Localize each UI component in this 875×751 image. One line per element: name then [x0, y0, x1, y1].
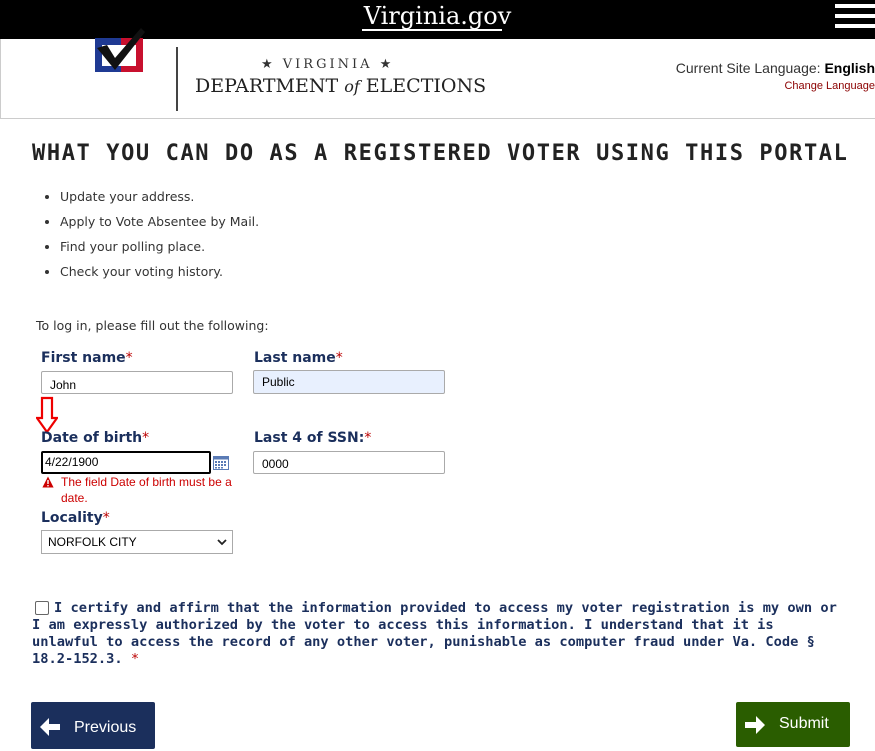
- required-marker: *: [142, 430, 150, 446]
- locality-label-text: Locality: [41, 510, 103, 526]
- list-item: Apply to Vote Absentee by Mail.: [60, 211, 259, 236]
- required-marker: *: [335, 350, 343, 366]
- department-line2: ELECTIONS: [365, 75, 487, 97]
- submit-button[interactable]: Submit: [736, 702, 850, 747]
- ssn-label: Last 4 of SSN:*: [254, 430, 371, 446]
- language-value: English: [824, 60, 875, 76]
- first-name-label-text: First name: [41, 350, 126, 366]
- list-item: Update your address.: [60, 186, 259, 211]
- warning-icon: [42, 476, 54, 488]
- last-name-input[interactable]: Public: [253, 370, 445, 394]
- virginia-gov-underline: [362, 29, 502, 31]
- certify-statement: I certify and affirm that the informatio…: [32, 600, 837, 667]
- previous-button[interactable]: Previous: [31, 702, 155, 749]
- required-marker: *: [125, 350, 133, 366]
- department-of: of: [344, 77, 360, 96]
- required-marker: *: [130, 651, 140, 667]
- dob-input[interactable]: 4/22/1900: [41, 451, 211, 474]
- language-label: Current Site Language:: [675, 60, 821, 76]
- required-marker: *: [102, 510, 110, 526]
- feature-list: Update your address. Apply to Vote Absen…: [42, 186, 259, 286]
- ssn-label-text: Last 4 of SSN:: [254, 430, 365, 446]
- arrow-down-icon: [36, 396, 58, 434]
- first-name-input[interactable]: John: [41, 371, 233, 394]
- dob-error-message: The field Date of birth must be a date.: [61, 475, 232, 505]
- list-item: Check your voting history.: [60, 261, 259, 286]
- change-language-link[interactable]: Change Language: [784, 80, 875, 92]
- state-name: ★ VIRGINIA ★: [261, 57, 395, 72]
- locality-label: Locality*: [41, 510, 110, 526]
- dob-label: Date of birth*: [41, 430, 149, 446]
- menu-icon[interactable]: [835, 4, 875, 34]
- required-marker: *: [364, 430, 372, 446]
- list-item: Find your polling place.: [60, 236, 259, 261]
- certify-text: I certify and affirm that the informatio…: [32, 600, 842, 668]
- arrow-right-icon: [745, 716, 765, 734]
- page-title: WHAT YOU CAN DO AS A REGISTERED VOTER US…: [32, 141, 849, 166]
- calendar-icon[interactable]: [213, 456, 229, 470]
- chevron-down-icon: [217, 539, 227, 546]
- department-name[interactable]: DEPARTMENT of ELECTIONS: [195, 75, 486, 97]
- dob-label-text: Date of birth: [41, 430, 143, 446]
- submit-button-label: Submit: [779, 715, 829, 732]
- locality-select[interactable]: NORFOLK CITY: [41, 530, 233, 554]
- arrow-left-icon: [40, 718, 60, 736]
- ssn-input[interactable]: 0000: [253, 451, 445, 474]
- login-intro: To log in, please fill out the following…: [36, 318, 269, 333]
- elections-checkmark-logo: [95, 28, 145, 72]
- previous-button-label: Previous: [74, 719, 137, 736]
- current-language: Current Site Language: English: [676, 60, 875, 76]
- last-name-label: Last name*: [254, 350, 343, 366]
- department-line1: DEPARTMENT: [195, 75, 339, 97]
- last-name-label-text: Last name: [254, 350, 336, 366]
- first-name-label: First name*: [41, 350, 133, 366]
- logo-divider: [176, 47, 178, 111]
